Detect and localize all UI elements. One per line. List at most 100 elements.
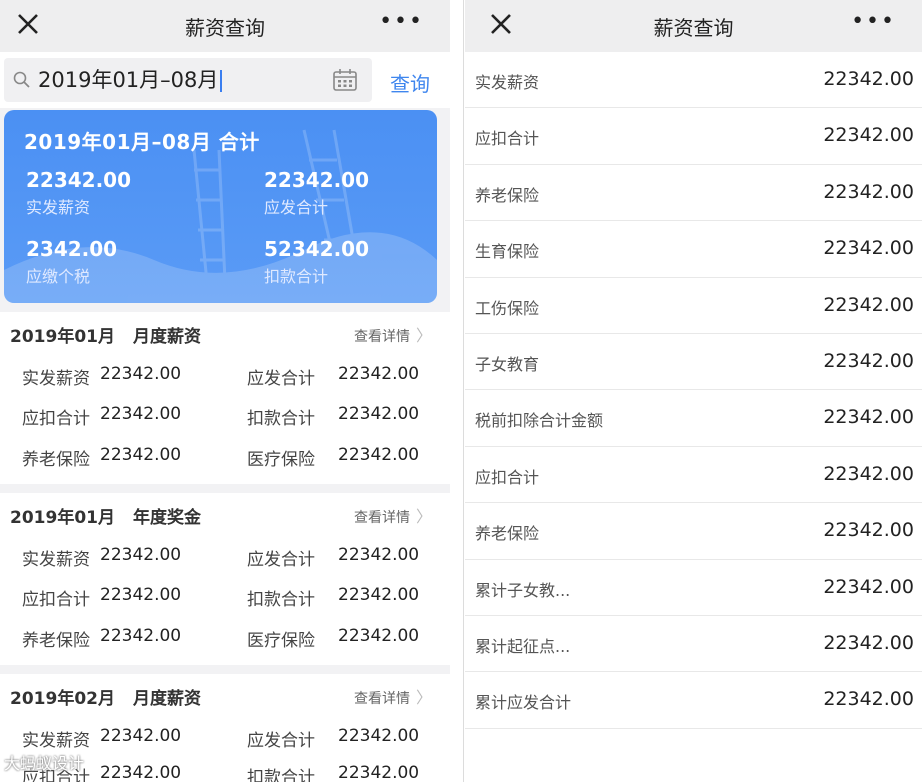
summary-value: 2342.00 — [26, 237, 118, 261]
view-details-link[interactable]: 查看详情〉 — [354, 503, 432, 527]
record-header: 2019年01月 月度薪资 — [10, 322, 201, 347]
field-value: 22342.00 — [338, 364, 420, 384]
detail-value: 22342.00 — [823, 688, 914, 711]
detail-value: 22342.00 — [823, 631, 914, 654]
summary-card: 2019年01月–08月 合计 22342.00 实发薪资 22342.00 应… — [4, 110, 437, 303]
field-label: 扣款合计 — [247, 768, 315, 782]
salary-record[interactable]: 2019年01月 月度薪资 查看详情〉 实发薪资 22342.00 应发合计 22… — [0, 312, 450, 484]
detail-label: 生育保险 — [475, 242, 540, 262]
app-screens: 薪资查询 ••• 2019年01月–08月 查询 2019年01月–08月 合计… — [0, 0, 922, 782]
detail-value: 22342.00 — [823, 462, 914, 485]
nav-bar: 薪资查询 ••• — [465, 0, 922, 52]
summary-tax: 2342.00 应缴个税 — [26, 237, 117, 287]
calendar-icon[interactable] — [332, 68, 358, 92]
detail-row: 应扣合计 22342.00 — [465, 447, 922, 504]
detail-row: 养老保险 22342.00 — [465, 503, 922, 560]
field-value: 22342.00 — [100, 364, 182, 384]
detail-row: 养老保险 22342.00 — [465, 165, 922, 222]
salary-detail-screen: 薪资查询 ••• 实发薪资 22342.00 应扣合计 22342.00 养老保险 2… — [465, 0, 922, 782]
date-range-input[interactable]: 2019年01月–08月 — [38, 64, 318, 96]
text-caret — [220, 70, 223, 92]
field-label: 实发薪资 — [22, 369, 90, 389]
search-icon — [13, 71, 30, 88]
view-details-label: 查看详情 — [353, 329, 410, 345]
detail-row: 累计应发合计 22342.00 — [465, 672, 922, 729]
detail-value: 22342.00 — [823, 575, 914, 598]
field-value: 22342.00 — [338, 545, 420, 565]
field-label: 应发合计 — [247, 731, 315, 751]
detail-row: 生育保险 22342.00 — [465, 221, 922, 278]
detail-row: 累计起征点... 22342.00 — [465, 616, 922, 673]
view-details-label: 查看详情 — [353, 510, 410, 526]
record-type: 年度奖金 — [132, 508, 201, 528]
detail-value: 22342.00 — [823, 349, 914, 372]
detail-row: 子女教育 22342.00 — [465, 334, 922, 391]
field-label: 医疗保险 — [247, 450, 315, 470]
search-bar: 2019年01月–08月 查询 — [0, 52, 450, 108]
detail-label: 累计子女教... — [475, 580, 571, 600]
field-value: 22342.00 — [100, 585, 182, 605]
field-value: 22342.00 — [338, 626, 420, 646]
field-value: 22342.00 — [100, 404, 182, 424]
record-type: 月度薪资 — [132, 689, 201, 709]
summary-gross-pay: 22342.00 应发合计 — [264, 168, 369, 218]
query-button[interactable]: 查询 — [390, 68, 430, 97]
view-details-link[interactable]: 查看详情〉 — [354, 684, 432, 708]
field-label: 扣款合计 — [247, 590, 315, 610]
chevron-right-icon: 〉 — [415, 326, 432, 345]
detail-row: 税前扣除合计金额 22342.00 — [465, 390, 922, 447]
detail-row: 实发薪资 22342.00 — [465, 52, 922, 109]
more-icon[interactable]: ••• — [379, 11, 424, 33]
detail-label: 应扣合计 — [475, 129, 540, 149]
view-details-link[interactable]: 查看详情〉 — [354, 322, 432, 346]
field-value: 22342.00 — [100, 545, 182, 565]
field-value: 22342.00 — [338, 585, 420, 605]
more-icon[interactable]: ••• — [851, 11, 896, 33]
detail-label: 养老保险 — [475, 185, 540, 205]
field-value: 22342.00 — [100, 445, 182, 465]
watermark: 大蚂蚁设计 — [4, 754, 85, 773]
chevron-right-icon: 〉 — [415, 507, 432, 526]
field-label: 应扣合计 — [22, 409, 90, 429]
field-label: 实发薪资 — [22, 731, 90, 751]
detail-value: 22342.00 — [823, 519, 914, 542]
field-value: 22342.00 — [338, 445, 420, 465]
field-value: 22342.00 — [100, 726, 182, 746]
field-label: 实发薪资 — [22, 550, 90, 570]
summary-label: 应发合计 — [264, 198, 329, 217]
summary-deductions: 52342.00 扣款合计 — [264, 237, 369, 287]
detail-value: 22342.00 — [823, 180, 914, 203]
summary-value: 22342.00 — [264, 168, 370, 192]
field-label: 应扣合计 — [22, 590, 90, 610]
detail-value: 22342.00 — [823, 293, 914, 316]
detail-label: 养老保险 — [475, 524, 540, 544]
salary-query-screen: 薪资查询 ••• 2019年01月–08月 查询 2019年01月–08月 合计… — [0, 0, 450, 782]
date-range-value: 2019年01月–08月 — [38, 68, 219, 92]
view-details-label: 查看详情 — [353, 691, 410, 707]
record-header: 2019年02月 月度薪资 — [10, 684, 201, 709]
screen-divider — [450, 0, 464, 782]
record-month: 2019年01月 — [10, 508, 115, 528]
detail-value: 22342.00 — [823, 406, 914, 429]
summary-value: 52342.00 — [264, 237, 370, 261]
record-month: 2019年01月 — [10, 327, 115, 347]
field-label: 应发合计 — [247, 369, 315, 389]
field-label: 养老保险 — [22, 631, 90, 651]
detail-row: 工伤保险 22342.00 — [465, 278, 922, 334]
field-value: 22342.00 — [338, 763, 420, 782]
summary-label: 实发薪资 — [26, 198, 91, 217]
detail-label: 实发薪资 — [475, 73, 540, 92]
summary-label: 应缴个税 — [26, 267, 91, 286]
field-label: 医疗保险 — [247, 631, 315, 651]
field-value: 22342.00 — [338, 404, 420, 424]
detail-list: 实发薪资 22342.00 应扣合计 22342.00 养老保险 22342.00 生… — [465, 52, 922, 729]
field-value: 22342.00 — [338, 726, 420, 746]
record-type: 月度薪资 — [132, 327, 201, 347]
detail-row: 累计子女教... 22342.00 — [465, 560, 922, 616]
detail-label: 税前扣除合计金额 — [475, 411, 604, 431]
detail-label: 子女教育 — [475, 354, 540, 374]
summary-title: 2019年01月–08月 合计 — [24, 130, 260, 154]
salary-record[interactable]: 2019年01月 年度奖金 查看详情〉 实发薪资 22342.00 应发合计 22… — [0, 493, 450, 665]
date-range-field[interactable]: 2019年01月–08月 — [4, 58, 372, 102]
summary-value: 22342.00 — [26, 168, 132, 192]
